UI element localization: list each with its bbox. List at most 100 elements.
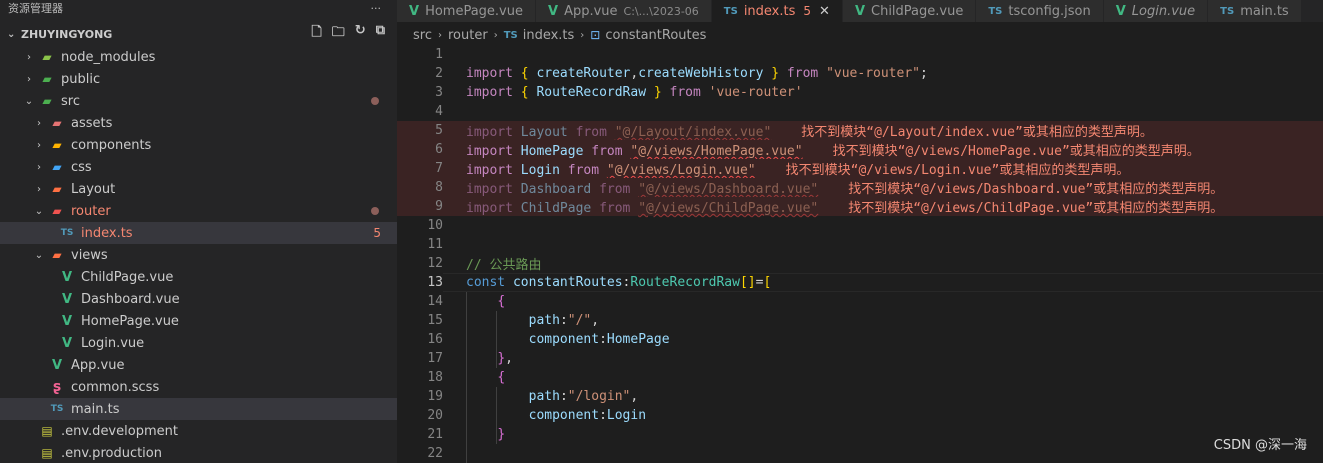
breadcrumb-router[interactable]: router <box>448 28 488 43</box>
code-text: import { RouteRecordRaw } from 'vue-rout… <box>466 85 803 100</box>
folder-css-icon: ▰ <box>52 160 62 174</box>
line-number: 17 <box>427 351 443 366</box>
tree-item-src[interactable]: ⌄ ▰ src <box>0 90 397 112</box>
code-token: import <box>466 163 513 178</box>
tree-item-main-ts[interactable]: TS main.ts <box>0 398 397 420</box>
tree-item-label: common.scss <box>71 379 160 395</box>
tree-item-label: .env.development <box>61 423 178 439</box>
line-number: 2 <box>435 66 443 81</box>
tab-label: main.ts <box>1240 3 1289 19</box>
tab-homepage-vue[interactable]: V HomePage.vue <box>397 0 536 22</box>
code-token: const <box>466 275 506 290</box>
chevron-down-icon: ⌄ <box>7 28 16 40</box>
code-line: 2 import { createRouter,createWebHistory … <box>397 64 1323 83</box>
code-token: "@/views/Login.vue" <box>606 163 756 178</box>
line-number: 18 <box>427 370 443 385</box>
collapse-all-icon[interactable]: ⧉ <box>376 23 385 45</box>
code-token: RouteRecordRaw <box>536 85 647 100</box>
tab-login-vue[interactable]: V Login.vue <box>1103 0 1209 22</box>
tree-item-public[interactable]: › ▰ public <box>0 68 397 90</box>
tree-item-childpage-vue[interactable]: V ChildPage.vue <box>0 266 397 288</box>
tree-item-app-vue[interactable]: V App.vue <box>0 354 397 376</box>
chevron-down-icon: ⌄ <box>34 205 44 217</box>
code-line: 7 import Login from "@/views/Login.vue" 找不… <box>397 159 1323 178</box>
tree-item-label: Login.vue <box>81 335 145 351</box>
typescript-icon: TS <box>988 5 1003 17</box>
tree-item-common-scss[interactable]: ʂ common.scss <box>0 376 397 398</box>
code-text: }, <box>466 351 513 366</box>
tab-problem-count: 5 <box>803 4 812 18</box>
code-token: createRouter <box>536 66 631 81</box>
code-token: "/" <box>567 313 592 328</box>
breadcrumb-file[interactable]: index.ts <box>523 28 575 43</box>
folder-assets-icon: ▰ <box>52 116 62 130</box>
tab-label: ChildPage.vue <box>871 3 964 19</box>
line-number: 20 <box>427 408 443 423</box>
code-token: component <box>528 408 600 423</box>
chevron-down-icon: ⌄ <box>24 95 34 107</box>
tree-item-views[interactable]: ⌄ ▰ views <box>0 244 397 266</box>
tree-item-css[interactable]: › ▰ css <box>0 156 397 178</box>
line-number: 5 <box>435 123 443 138</box>
new-folder-icon[interactable]: 🗀 <box>332 23 345 45</box>
code-line: 14 { <box>397 292 1323 311</box>
code-token: "vue-router" <box>826 66 920 81</box>
tree-item-assets[interactable]: › ▰ assets <box>0 112 397 134</box>
tree-item-index-ts[interactable]: TS index.ts 5 <box>0 222 397 244</box>
code-token: [] <box>739 275 756 290</box>
tree-item-router[interactable]: ⌄ ▰ router <box>0 200 397 222</box>
code-token: path <box>528 389 560 404</box>
tab-tsconfig-json[interactable]: TS tsconfig.json <box>976 0 1104 22</box>
breadcrumb-symbol[interactable]: constantRoutes <box>605 28 706 43</box>
tree-item-env-development[interactable]: ▤ .env.development <box>0 420 397 442</box>
tree-item-homepage-vue[interactable]: V HomePage.vue <box>0 310 397 332</box>
tree-item-env-production[interactable]: ▤ .env.production <box>0 442 397 463</box>
vue-icon: V <box>51 357 63 373</box>
tab-label: Login.vue <box>1131 3 1196 19</box>
code-line: 13 const constantRoutes:RouteRecordRaw[]=… <box>397 273 1323 292</box>
tab-label: HomePage.vue <box>425 3 523 19</box>
code-token: ; <box>919 66 928 81</box>
indent-guide <box>466 292 467 463</box>
close-icon[interactable]: ✕ <box>819 4 830 19</box>
code-token: { <box>497 370 506 385</box>
chevron-down-icon: ⌄ <box>34 249 44 261</box>
code-editor[interactable]: 1 2 import { createRouter,createWebHistory… <box>397 48 1323 463</box>
tree-item-label: assets <box>71 115 113 131</box>
vue-icon: V <box>854 3 865 19</box>
tree-item-login-vue[interactable]: V Login.vue <box>0 332 397 354</box>
line-number: 14 <box>427 294 443 309</box>
tree-item-label: Dashboard.vue <box>81 291 180 307</box>
more-actions-icon[interactable]: ··· <box>371 2 382 15</box>
code-token: } <box>497 427 506 442</box>
problem-dot-icon <box>371 97 379 105</box>
code-token: Dashboard <box>520 182 592 197</box>
tree-item-label: css <box>71 159 92 175</box>
code-token: import <box>466 182 513 197</box>
tree-item-node-modules[interactable]: › ▰ node_modules <box>0 46 397 68</box>
tree-item-dashboard-vue[interactable]: V Dashboard.vue <box>0 288 397 310</box>
breadcrumb-src[interactable]: src <box>413 28 432 43</box>
tab-main-ts[interactable]: TS main.ts <box>1208 0 1302 22</box>
code-token: "@/views/Dashboard.vue" <box>638 182 819 197</box>
tab-index-ts[interactable]: TS index.ts 5 ✕ <box>711 0 843 22</box>
tree-item-label: App.vue <box>71 357 125 373</box>
tree-item-components[interactable]: › ▰ components <box>0 134 397 156</box>
refresh-icon[interactable]: ↻ <box>355 23 366 45</box>
code-token: { <box>520 66 529 81</box>
chevron-right-icon: › <box>37 161 41 173</box>
new-file-icon[interactable]: 🗋 <box>311 23 321 45</box>
vue-icon: V <box>1115 3 1126 19</box>
folder-layout-icon: ▰ <box>52 182 62 196</box>
tab-childpage-vue[interactable]: V ChildPage.vue <box>842 0 977 22</box>
tab-app-vue[interactable]: V App.vue C:\...\2023-06 <box>536 0 712 22</box>
tree-item-layout[interactable]: › ▰ Layout <box>0 178 397 200</box>
inline-error-message: 找不到模块“@/views/Dashboard.vue”或其相应的类型声明。 <box>848 182 1224 197</box>
code-token: import <box>466 201 513 216</box>
code-token: : <box>559 313 568 328</box>
